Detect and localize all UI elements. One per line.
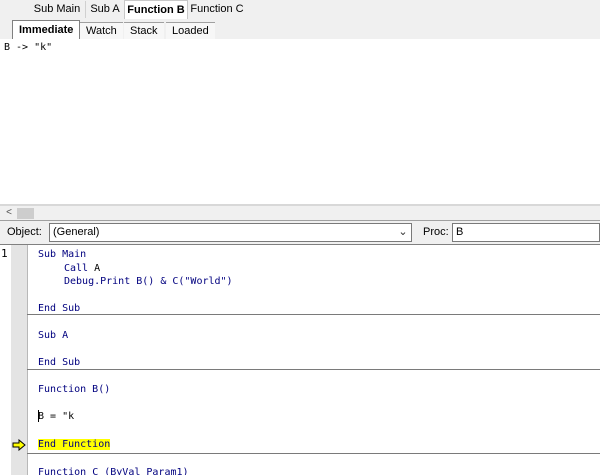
code-line-end-sub: End Sub — [38, 303, 81, 314]
line-number: 1 — [1, 247, 8, 260]
scroll-thumb[interactable] — [17, 208, 34, 219]
text-cursor — [38, 410, 39, 422]
tab-sub-main[interactable]: Sub Main — [30, 1, 84, 18]
call-target: A — [88, 263, 101, 274]
tab-function-b[interactable]: Function B — [124, 0, 188, 20]
code-line-end-sub-a: End Sub — [38, 357, 81, 368]
tab-stack[interactable]: Stack — [124, 22, 164, 39]
chevron-down-icon[interactable]: ⌄ — [395, 224, 411, 241]
tab-sub-a[interactable]: Sub A — [85, 1, 124, 18]
procedure-tab-bar: Sub Main Sub A Function B Function C — [0, 0, 600, 20]
code-line-end-function: End Function — [38, 439, 111, 450]
proc-dropdown-value: B — [456, 226, 464, 238]
code-editor[interactable]: 1 Sub Main Call A Debug.Print B() & C("W… — [0, 244, 600, 475]
code-line-call-a: Call A — [64, 263, 100, 274]
horizontal-scrollbar[interactable]: < — [0, 206, 600, 220]
object-dropdown[interactable]: (General) ⌄ — [49, 223, 412, 242]
procedure-separator — [27, 369, 600, 370]
code-line-debug-print: Debug.Print B() & C("World") — [64, 276, 233, 287]
proc-dropdown[interactable]: B — [452, 223, 600, 242]
tab-immediate[interactable]: Immediate — [12, 20, 81, 40]
code-line-function-b: Function B() — [38, 384, 111, 395]
code-line-sub-main: Sub Main — [38, 249, 87, 260]
execution-arrow-icon — [12, 439, 26, 451]
debug-tab-bar: Immediate Watch Stack Loaded — [0, 19, 600, 40]
procedure-separator — [27, 453, 600, 454]
keyword-call: Call — [64, 263, 89, 274]
immediate-output-line: B -> "k" — [4, 42, 53, 53]
tab-function-c[interactable]: Function C — [187, 1, 247, 18]
object-label: Object: — [7, 226, 42, 238]
tab-watch[interactable]: Watch — [80, 22, 123, 39]
proc-label: Proc: — [423, 226, 449, 238]
procedure-separator — [27, 314, 600, 315]
object-proc-bar: Object: (General) ⌄ Proc: B — [0, 220, 600, 245]
current-line-highlight: End Function — [38, 439, 111, 450]
tab-loaded[interactable]: Loaded — [166, 22, 215, 39]
code-line-sub-a: Sub A — [38, 330, 69, 341]
immediate-window[interactable]: B -> "k" — [0, 39, 600, 204]
object-dropdown-value: (General) — [53, 226, 100, 238]
code-line-assign: B = "k — [38, 411, 75, 422]
scroll-left-icon[interactable]: < — [3, 207, 15, 219]
